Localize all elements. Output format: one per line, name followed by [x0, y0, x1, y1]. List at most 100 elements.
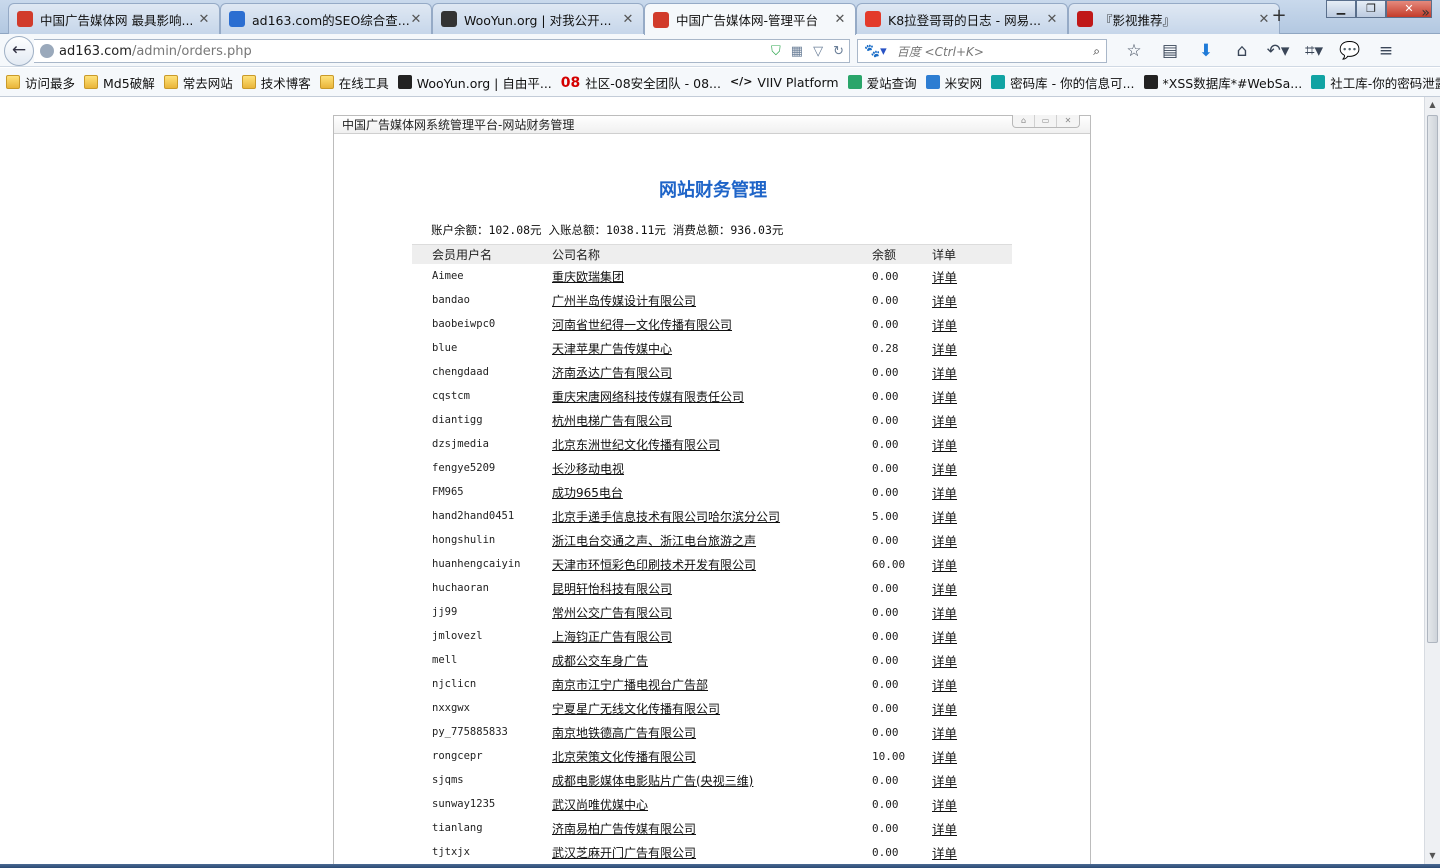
- detail-link[interactable]: 详单: [932, 270, 957, 285]
- address-bar[interactable]: ad163.com/admin/orders.php ⛉ ▦ ▽ ↻: [34, 39, 850, 63]
- company-link[interactable]: 常州公交广告有限公司: [552, 606, 672, 620]
- company-link[interactable]: 上海钧正广告有限公司: [552, 630, 672, 644]
- bookmark-item[interactable]: 08 社区-08安全团队 - 08...: [561, 73, 721, 92]
- bookmark-item[interactable]: </> VIIV Platform: [730, 75, 839, 90]
- detail-link[interactable]: 详单: [932, 582, 957, 597]
- shield-icon[interactable]: ⛉: [771, 44, 781, 59]
- browser-tab[interactable]: WooYun.org | 对我公开... ✕: [432, 3, 644, 34]
- detail-link[interactable]: 详单: [932, 702, 957, 717]
- scrollbar-thumb[interactable]: [1427, 115, 1438, 643]
- company-link[interactable]: 宁夏星广无线文化传播有限公司: [552, 702, 720, 716]
- company-link[interactable]: 武汉芝麻开门广告有限公司: [552, 846, 696, 860]
- vertical-scrollbar[interactable]: ▲ ▼: [1424, 97, 1440, 864]
- maximize-button[interactable]: ❐: [1356, 0, 1386, 18]
- bookmark-item[interactable]: WooYun.org | 自由平...: [397, 73, 552, 92]
- detail-link[interactable]: 详单: [932, 726, 957, 741]
- company-link[interactable]: 成都公交车身广告: [552, 654, 648, 668]
- bookmark-item[interactable]: 常去网站: [163, 73, 233, 92]
- bookmark-item[interactable]: 社工库-你的密码泄露...: [1311, 73, 1440, 92]
- company-link[interactable]: 南京市江宁广播电视台广告部: [552, 678, 708, 692]
- bookmark-item[interactable]: 密码库 - 你的信息可...: [991, 73, 1135, 92]
- bookmark-item[interactable]: 在线工具: [319, 73, 389, 92]
- minimize-button[interactable]: ▁: [1326, 0, 1356, 18]
- company-link[interactable]: 广州半岛传媒设计有限公司: [552, 294, 696, 308]
- company-link[interactable]: 天津市环恒彩色印刷技术开发有限公司: [552, 558, 756, 572]
- detail-link[interactable]: 详单: [932, 678, 957, 693]
- chat-icon[interactable]: 💬: [1332, 40, 1368, 62]
- bookmark-item[interactable]: 访问最多: [6, 73, 75, 92]
- detail-link[interactable]: 详单: [932, 558, 957, 573]
- company-link[interactable]: 济南易柏广告传媒有限公司: [552, 822, 696, 836]
- detail-link[interactable]: 详单: [932, 366, 957, 381]
- company-link[interactable]: 昆明轩怡科技有限公司: [552, 582, 672, 596]
- search-engine-icon[interactable]: 🐾▾: [864, 44, 887, 59]
- bookmark-item[interactable]: Md5破解: [84, 73, 155, 92]
- browser-tab[interactable]: 中国广告媒体网 最具影响... ✕: [8, 3, 220, 34]
- company-link[interactable]: 武汉尚唯优媒中心: [552, 798, 648, 812]
- browser-tab[interactable]: ad163.com的SEO综合查... ✕: [220, 3, 432, 34]
- reading-list-icon[interactable]: ▤: [1152, 40, 1188, 62]
- bookmark-item[interactable]: 米安网: [925, 73, 982, 92]
- company-link[interactable]: 重庆欧瑞集团: [552, 270, 624, 284]
- detail-link[interactable]: 详单: [932, 414, 957, 429]
- url-text[interactable]: ad163.com/admin/orders.php: [59, 44, 766, 59]
- detail-link[interactable]: 详单: [932, 486, 957, 501]
- panel-home-icon[interactable]: ⌂: [1013, 115, 1035, 127]
- detail-link[interactable]: 详单: [932, 510, 957, 525]
- company-link[interactable]: 北京东洲世纪文化传播有限公司: [552, 438, 720, 452]
- company-link[interactable]: 重庆宋唐网络科技传媒有限责任公司: [552, 390, 744, 404]
- detail-link[interactable]: 详单: [932, 750, 957, 765]
- detail-link[interactable]: 详单: [932, 630, 957, 645]
- browser-tab[interactable]: 『影视推荐』 ✕: [1068, 3, 1280, 34]
- close-tab-icon[interactable]: ✕: [197, 12, 211, 27]
- detail-link[interactable]: 详单: [932, 798, 957, 813]
- bookmark-item[interactable]: *XSS数据库*#WebSa...: [1143, 73, 1302, 92]
- company-link[interactable]: 成功965电台: [552, 486, 623, 500]
- menu-icon[interactable]: ≡: [1368, 40, 1404, 62]
- close-tab-icon[interactable]: ✕: [833, 12, 847, 27]
- detail-link[interactable]: 详单: [932, 318, 957, 333]
- search-input[interactable]: 百度 <Ctrl+K>: [897, 43, 1094, 60]
- home-icon[interactable]: ⌂: [1224, 40, 1260, 62]
- back-button[interactable]: ←: [4, 36, 34, 66]
- bookmark-item[interactable]: 技术博客: [241, 73, 311, 92]
- company-link[interactable]: 成都电影媒体电影贴片广告(央视三维): [552, 774, 753, 788]
- close-tab-icon[interactable]: ✕: [409, 12, 423, 27]
- company-link[interactable]: 济南丞达广告有限公司: [552, 366, 672, 380]
- company-link[interactable]: 天津苹果广告传媒中心: [552, 342, 672, 356]
- detail-link[interactable]: 详单: [932, 606, 957, 621]
- search-icon[interactable]: ⌕: [1093, 44, 1100, 59]
- company-link[interactable]: 河南省世纪得一文化传播有限公司: [552, 318, 732, 332]
- bookmark-star-icon[interactable]: ☆: [1116, 40, 1152, 62]
- scroll-down-arrow[interactable]: ▼: [1425, 848, 1440, 864]
- detail-link[interactable]: 详单: [932, 390, 957, 405]
- reload-icon[interactable]: ↻: [833, 44, 844, 59]
- detail-link[interactable]: 详单: [932, 438, 957, 453]
- close-tab-icon[interactable]: ✕: [1045, 12, 1059, 27]
- detail-link[interactable]: 详单: [932, 534, 957, 549]
- browser-tab[interactable]: 中国广告媒体网-管理平台 ✕: [644, 3, 856, 35]
- bookmarks-overflow-icon[interactable]: »: [1421, 5, 1430, 21]
- detail-link[interactable]: 详单: [932, 294, 957, 309]
- crop-icon[interactable]: ⌗▾: [1296, 40, 1332, 62]
- company-link[interactable]: 南京地铁德高广告有限公司: [552, 726, 696, 740]
- new-tab-button[interactable]: +: [1268, 6, 1290, 28]
- detail-link[interactable]: 详单: [932, 846, 957, 861]
- panel-close-icon[interactable]: ✕: [1057, 115, 1079, 127]
- company-link[interactable]: 长沙移动电视: [552, 462, 624, 476]
- detail-link[interactable]: 详单: [932, 774, 957, 789]
- panel-restore-icon[interactable]: ▭: [1035, 115, 1057, 127]
- qr-code-icon[interactable]: ▦: [791, 44, 803, 59]
- company-link[interactable]: 北京荣策文化传播有限公司: [552, 750, 696, 764]
- undo-icon[interactable]: ↶▾: [1260, 40, 1296, 62]
- detail-link[interactable]: 详单: [932, 822, 957, 837]
- company-link[interactable]: 杭州电梯广告有限公司: [552, 414, 672, 428]
- company-link[interactable]: 浙江电台交通之声、浙江电台旅游之声: [552, 534, 756, 548]
- detail-link[interactable]: 详单: [932, 342, 957, 357]
- bookmark-item[interactable]: 爱站查询: [847, 73, 917, 92]
- search-box[interactable]: 🐾▾ 百度 <Ctrl+K> ⌕: [857, 39, 1107, 63]
- dropdown-arrow-icon[interactable]: ▽: [813, 44, 823, 59]
- download-icon[interactable]: ⬇: [1188, 40, 1224, 62]
- scroll-up-arrow[interactable]: ▲: [1425, 97, 1440, 113]
- close-tab-icon[interactable]: ✕: [621, 12, 635, 27]
